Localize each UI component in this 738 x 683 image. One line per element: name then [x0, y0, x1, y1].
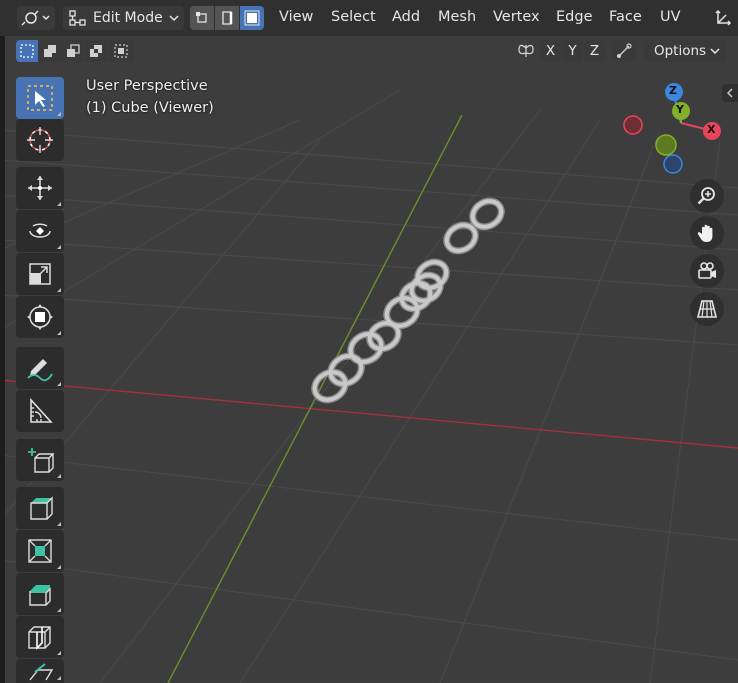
select-mode-subtract-button[interactable] — [62, 40, 84, 62]
mirror-x-toggle[interactable]: X — [540, 40, 561, 62]
gizmo-z-label[interactable]: Z — [669, 84, 677, 97]
tool-knife[interactable] — [16, 659, 64, 683]
menu-face[interactable]: Face — [609, 9, 642, 25]
annotate-pencil-icon — [27, 359, 53, 382]
menu-edge[interactable]: Edge — [556, 9, 593, 25]
menu-add[interactable]: Add — [392, 9, 420, 25]
edge-select-icon — [222, 11, 233, 25]
mirror-y-toggle[interactable]: Y — [562, 40, 583, 62]
select-mode-difference-button[interactable] — [85, 40, 107, 62]
tool-cursor[interactable] — [16, 119, 64, 161]
menu-view[interactable]: View — [279, 9, 313, 25]
tool-measure[interactable] — [16, 390, 64, 432]
perspective-toggle-button[interactable] — [690, 292, 724, 326]
x-axis-line — [0, 379, 738, 449]
options-dropdown[interactable]: Options — [644, 40, 726, 62]
merge-icon — [617, 43, 632, 58]
mode-label: Edit Mode — [93, 10, 163, 26]
select-mode-new-button[interactable] — [16, 40, 38, 62]
camera-view-button[interactable] — [690, 254, 724, 288]
vertex-select-icon — [196, 12, 207, 23]
add-cube-icon — [28, 448, 55, 473]
pan-button[interactable] — [690, 216, 724, 250]
face-select-icon — [244, 10, 260, 26]
mode-select-dropdown[interactable]: Edit Mode — [63, 6, 184, 30]
camera-icon — [698, 262, 716, 279]
move-icon — [28, 176, 52, 200]
viewport-header: Edit Mode View Select Add Mesh Vertex Ed… — [0, 0, 738, 36]
inset-faces-icon — [28, 539, 52, 563]
rotate-icon — [29, 223, 51, 238]
cursor-icon — [27, 127, 53, 153]
select-subtract-icon — [67, 44, 80, 57]
view-name-label: User Perspective — [86, 78, 208, 94]
menu-select[interactable]: Select — [331, 9, 376, 25]
tool-transform[interactable] — [16, 296, 64, 338]
chevron-left-icon — [727, 88, 733, 98]
transform-icon — [27, 304, 53, 330]
mirror-icon-button[interactable] — [514, 40, 538, 62]
left-edge — [0, 0, 5, 683]
chevron-down-icon — [169, 15, 179, 22]
select-extend-icon — [44, 45, 56, 57]
hand-pan-icon — [697, 224, 713, 242]
select-new-icon — [20, 44, 34, 58]
gizmo-x-label[interactable]: X — [707, 123, 715, 136]
tool-extrude-region[interactable] — [16, 487, 64, 529]
editor-type-button[interactable] — [17, 6, 55, 30]
select-intersect-icon — [114, 44, 128, 58]
transform-axes-icon — [715, 9, 732, 26]
vertex-select-button[interactable] — [190, 6, 214, 30]
active-object-label: (1) Cube (Viewer) — [86, 100, 214, 116]
bevel-icon — [29, 585, 51, 606]
tool-move[interactable] — [16, 167, 64, 209]
select-mode-intersect-button[interactable] — [108, 40, 134, 62]
grid — [0, 89, 738, 683]
zoom-magnifier-icon — [697, 187, 715, 205]
auto-merge-button[interactable] — [612, 40, 636, 62]
zoom-button[interactable] — [690, 179, 724, 213]
chevron-down-icon — [710, 48, 720, 55]
tool-rotate[interactable] — [16, 210, 64, 252]
gizmo-y-label[interactable]: Y — [676, 103, 684, 116]
sidebar-toggle[interactable] — [722, 84, 738, 102]
loop-cut-icon — [28, 626, 51, 650]
measure-ruler-icon — [30, 397, 53, 423]
face-select-button[interactable] — [240, 6, 264, 30]
menu-vertex[interactable]: Vertex — [493, 9, 540, 25]
tool-inset-faces[interactable] — [16, 530, 64, 572]
tool-add-cube[interactable] — [16, 439, 64, 481]
tool-scale[interactable] — [16, 253, 64, 295]
butterfly-mirror-icon — [518, 44, 534, 57]
select-mode-extend-button[interactable] — [39, 40, 61, 62]
tool-annotate[interactable] — [16, 347, 64, 389]
edit-mode-icon — [69, 10, 86, 26]
mirror-z-toggle[interactable]: Z — [584, 40, 605, 62]
transform-orientation-button[interactable] — [708, 6, 738, 30]
ring-chain — [311, 197, 505, 404]
tool-bevel[interactable] — [16, 573, 64, 615]
edge-select-button[interactable] — [215, 6, 239, 30]
knife-icon — [29, 663, 54, 681]
tool-loop-cut[interactable] — [16, 616, 64, 658]
select-difference-icon — [90, 45, 102, 57]
extrude-region-icon — [30, 496, 53, 520]
scale-icon — [29, 263, 51, 285]
menu-uv[interactable]: UV — [660, 9, 681, 25]
options-label: Options — [653, 43, 707, 59]
tool-select-box[interactable] — [16, 77, 64, 119]
perspective-grid-icon — [696, 300, 718, 318]
workspace-icon — [21, 10, 50, 26]
select-box-icon — [27, 85, 53, 111]
menu-mesh[interactable]: Mesh — [438, 9, 476, 25]
